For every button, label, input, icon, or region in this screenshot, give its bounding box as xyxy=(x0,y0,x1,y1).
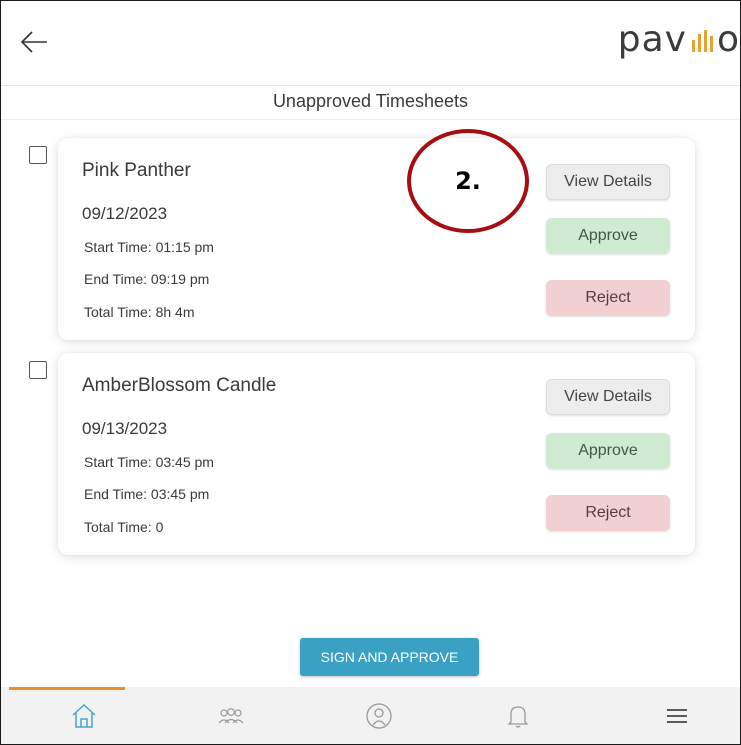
active-tab-indicator xyxy=(9,687,125,690)
timesheet-card: AmberBlossom Candle 09/13/2023 Start Tim… xyxy=(58,353,695,555)
timesheet-name: AmberBlossom Candle xyxy=(82,375,277,396)
timesheet-total-time: Total Time: 8h 4m xyxy=(84,304,195,320)
reject-button[interactable]: Reject xyxy=(546,280,670,316)
timesheet-card: Pink Panther 09/12/2023 Start Time: 01:1… xyxy=(58,138,695,340)
bottom-tab-bar xyxy=(1,687,740,744)
arrow-left-icon[interactable] xyxy=(19,27,49,57)
timesheet-name: Pink Panther xyxy=(82,160,191,181)
sign-and-approve-button[interactable]: SIGN AND APPROVE xyxy=(300,638,479,676)
app-frame: pav o Unapproved Timesheets Pink Panther … xyxy=(0,0,741,745)
profile-icon[interactable] xyxy=(349,687,409,744)
timesheet-end-time: End Time: 03:45 pm xyxy=(84,486,210,502)
header: pav o xyxy=(1,1,740,86)
logo: pav o xyxy=(617,19,740,60)
timesheet-start-time: Start Time: 01:15 pm xyxy=(84,239,214,255)
page-title: Unapproved Timesheets xyxy=(272,91,469,111)
view-details-button[interactable]: View Details xyxy=(546,379,670,415)
timesheet-end-time: End Time: 09:19 pm xyxy=(84,271,210,287)
view-details-button[interactable]: View Details xyxy=(546,164,670,200)
menu-icon[interactable] xyxy=(647,687,707,744)
approve-button[interactable]: Approve xyxy=(546,218,670,254)
bell-icon[interactable] xyxy=(488,687,548,744)
logo-bars-icon xyxy=(689,28,715,54)
reject-button[interactable]: Reject xyxy=(546,495,670,531)
subtitle-bar: Unapproved Timesheets xyxy=(1,85,740,120)
timesheet-checkbox[interactable] xyxy=(29,146,47,164)
timesheet-start-time: Start Time: 03:45 pm xyxy=(84,454,214,470)
approve-button[interactable]: Approve xyxy=(546,433,670,469)
timesheet-total-time: Total Time: 0 xyxy=(84,519,164,535)
team-icon[interactable] xyxy=(201,687,261,744)
annotation-circle: 2. xyxy=(407,129,529,233)
timesheet-date: 09/13/2023 xyxy=(82,419,168,438)
home-icon[interactable] xyxy=(54,687,114,744)
timesheet-date: 09/12/2023 xyxy=(82,204,168,223)
timesheet-checkbox[interactable] xyxy=(29,361,47,379)
annotation-label: 2. xyxy=(455,167,481,195)
